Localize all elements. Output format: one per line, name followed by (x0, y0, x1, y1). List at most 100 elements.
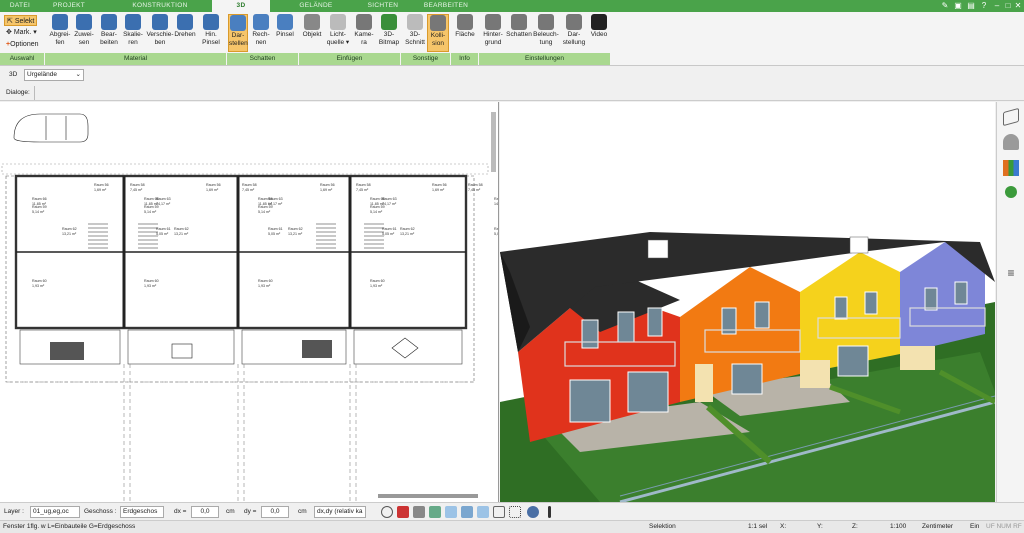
ribbon-button-sonstige-1[interactable]: Kolli-sion (427, 14, 449, 52)
ribbon-button-einstellungen-0[interactable]: Hinter-grund (481, 14, 505, 52)
ribbon-button-label: Kolli- (430, 32, 446, 39)
room-area: 5,14 m² (32, 210, 45, 214)
ribbon-button-label: Skalie- (123, 31, 143, 38)
maximize-icon[interactable]: □ (1003, 1, 1013, 11)
tab-datei[interactable]: DATEI (4, 0, 36, 12)
ribbon-button-material-3[interactable]: Skalie-ren (121, 14, 145, 52)
room-label: Raum 60 (370, 279, 385, 283)
tab-bearbeiten[interactable]: BEARBEITEN (416, 0, 476, 12)
layers-tool-icon[interactable] (429, 506, 441, 518)
ribbon-button-material-2[interactable]: Bear-beiten (97, 14, 121, 52)
record-icon[interactable] (397, 506, 409, 518)
mark-button[interactable]: ✥ Mark. ▾ (4, 27, 39, 38)
ribbon-button-einfuegen-0[interactable]: Objekt (301, 14, 323, 52)
tree-icon[interactable] (1005, 186, 1017, 198)
geschoss-select[interactable]: Erdgeschos (120, 506, 164, 518)
clock-icon[interactable] (381, 506, 393, 518)
mark-icon: ✥ (6, 29, 12, 36)
ribbon-button-icon (101, 14, 117, 30)
room-area: 1,93 m² (32, 284, 45, 288)
ribbon-button-material-0[interactable]: Abgrei-fen (48, 14, 72, 52)
ribbon-button-material-4[interactable]: Verschie-ben (146, 14, 174, 52)
help-icon[interactable]: ? (979, 1, 989, 11)
camera-icon[interactable] (413, 506, 425, 518)
ribbon-button-schatten-2[interactable]: Pinsel (274, 14, 296, 52)
room-label: Raum 66 (370, 197, 385, 201)
ribbon-button-label: Objekt (302, 31, 322, 38)
ribbon-button-einstellungen-4[interactable]: Video (589, 14, 609, 52)
print-icon[interactable]: ▤ (966, 1, 976, 11)
room-label: Raum 61 (382, 227, 397, 231)
pen-icon[interactable]: ✎ (940, 1, 950, 11)
group-sonstige: Sonstige (401, 53, 451, 65)
room-label: Raum 62 (174, 227, 189, 231)
geschoss-label: Geschoss : (84, 508, 117, 515)
optionen-button[interactable]: +Optionen (4, 39, 41, 50)
dy-input[interactable]: 0,0 (261, 506, 289, 518)
3d-canvas[interactable] (500, 102, 995, 502)
grid-icon[interactable] (509, 506, 521, 518)
chair-icon[interactable] (1003, 134, 1019, 150)
snap-angle-icon[interactable] (461, 506, 473, 518)
ribbon-button-label: beiten (100, 39, 118, 46)
dialoge-label: Dialoge: (6, 89, 30, 96)
north-icon[interactable] (527, 506, 539, 518)
save-icon[interactable]: ▣ (953, 1, 963, 11)
room-label: Raum 56 (432, 183, 447, 187)
coordinate-mode-select[interactable]: dx,dy (relativ ka (314, 506, 366, 518)
ribbon-button-einfuegen-2[interactable]: Kame-ra (352, 14, 376, 52)
tab-3d[interactable]: 3D (212, 0, 270, 12)
room-label: Raum 59 (370, 205, 385, 209)
ribbon-button-einstellungen-1[interactable]: Schatten (506, 14, 532, 52)
layer-select[interactable]: 01_ug,eg,oc (30, 506, 80, 518)
minimize-icon[interactable]: – (992, 1, 1002, 11)
ribbon-button-icon (381, 14, 397, 30)
group-einstellungen: Einstellungen (479, 53, 611, 65)
room-area: 5,05 m² (268, 232, 281, 236)
floor-plan-view[interactable]: Raum 56 1,69 m² Raum 58 7,45 m² Raum 66 11,85… (0, 102, 499, 502)
terrain-select[interactable]: Urgelände ⌄ (24, 69, 84, 81)
tab-sichten[interactable]: SICHTEN (352, 0, 414, 12)
tab-projekt[interactable]: PROJEKT (42, 0, 96, 12)
ribbon-button-einstellungen-3[interactable]: Dar-stellung (561, 14, 587, 52)
ribbon-button-material-5[interactable]: Drehen (173, 14, 197, 52)
dx-input[interactable]: 0,0 (191, 506, 219, 518)
tab-gelaende[interactable]: GELÄNDE (270, 0, 362, 12)
snap-plane-icon[interactable] (477, 506, 489, 518)
room-area: 5,14 m² (144, 210, 157, 214)
palette-icon[interactable] (1003, 160, 1019, 176)
ribbon-button-sonstige-0[interactable]: 3D- Schnitt (404, 14, 426, 52)
snap-line-icon[interactable] (445, 506, 457, 518)
ribbon-button-schatten-1[interactable]: Rech-nen (250, 14, 272, 52)
ribbon-button-info-0[interactable]: Fläche (454, 14, 476, 52)
ribbon-button-einfuegen-1[interactable]: Licht-quelle ▾ (324, 14, 352, 52)
floor-plan-canvas[interactable]: Raum 561,69 m²Raum 587,45 m²Raum 6611,85… (0, 102, 499, 502)
ribbon-button-schatten-0[interactable]: Dar-stellen (228, 14, 248, 52)
room-label: Raum 61 (268, 227, 283, 231)
ribbon-button-icon (125, 14, 141, 30)
staircase (88, 223, 108, 249)
room-label: Raum 60 (32, 279, 47, 283)
room-label: Raum 61 (494, 227, 499, 231)
tab-konstruktion[interactable]: KONSTRUKTION (112, 0, 208, 12)
ribbon-button-einfuegen-3[interactable]: 3D- Bitmap (377, 14, 401, 52)
ribbon-button-label: 3D- (383, 31, 395, 38)
ribbon-button-einstellungen-2[interactable]: Beleuch-tung (532, 14, 560, 52)
ribbon-button-label: Bear- (101, 31, 117, 38)
hamburger-icon[interactable]: ≡ (999, 266, 1023, 280)
layers-icon[interactable] (1003, 107, 1019, 127)
room-label: Raum 61 (156, 227, 171, 231)
close-icon[interactable]: ✕ (1013, 1, 1023, 11)
room-area: 13,21 m² (288, 232, 303, 236)
ribbon-button-material-1[interactable]: Zuwei-sen (72, 14, 96, 52)
ribbon-button-icon (356, 14, 372, 30)
layer-label: Layer : (4, 508, 24, 515)
selekt-button[interactable]: ⇱ Selekt (4, 15, 38, 26)
3d-view[interactable] (500, 102, 995, 502)
ribbon-button-icon (52, 14, 68, 30)
ribbon-button-icon (230, 15, 246, 31)
room-label: Raum 58 (130, 183, 145, 187)
pin-icon[interactable] (548, 506, 551, 518)
ribbon-button-material-6[interactable]: Hin. Pinsel (199, 14, 223, 52)
wireframe-icon[interactable] (493, 506, 505, 518)
